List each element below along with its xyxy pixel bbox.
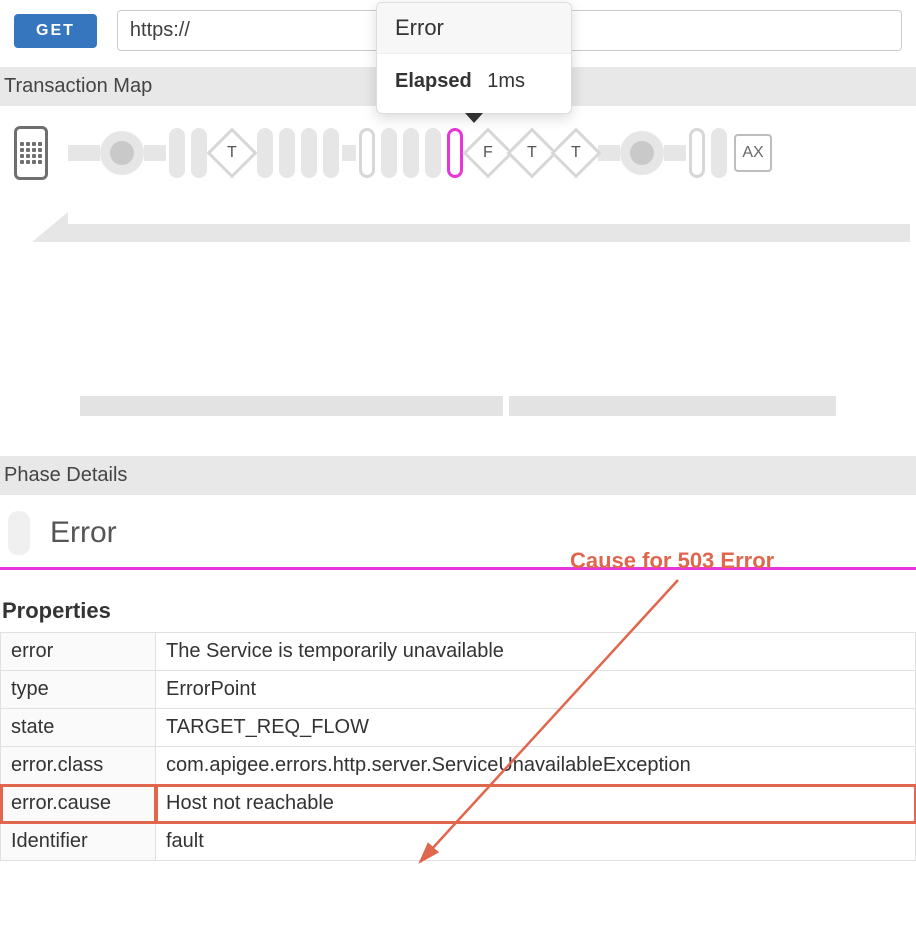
flow-step[interactable] xyxy=(359,128,375,178)
flow-step[interactable] xyxy=(403,128,419,178)
phase-icon xyxy=(8,511,30,555)
tooltip-elapsed-value: 1ms xyxy=(487,70,525,92)
flow-step[interactable] xyxy=(279,128,295,178)
table-row: error.class com.apigee.errors.http.serve… xyxy=(1,747,916,785)
phase-title: Error xyxy=(50,516,117,550)
flow-step[interactable] xyxy=(711,128,727,178)
flow-endpoint-node[interactable] xyxy=(620,131,664,175)
prop-value: com.apigee.errors.http.server.ServiceUna… xyxy=(156,747,916,785)
prop-value: ErrorPoint xyxy=(156,671,916,709)
table-row: Identifier fault xyxy=(1,823,916,861)
transaction-map: T F T T AX xyxy=(0,106,916,296)
prop-key: Identifier xyxy=(1,823,156,861)
flow-row: T F T T AX xyxy=(0,126,916,180)
tooltip-caret-icon xyxy=(465,113,483,123)
diamond-label: T xyxy=(571,144,581,162)
tooltip-elapsed-label: Elapsed xyxy=(395,70,472,92)
flow-step[interactable] xyxy=(191,128,207,178)
tooltip-body: Elapsed 1ms xyxy=(377,54,571,113)
table-row: type ErrorPoint xyxy=(1,671,916,709)
table-row-highlighted: error.cause Host not reachable xyxy=(1,785,916,823)
prop-key: error.class xyxy=(1,747,156,785)
flow-condition-node[interactable]: T xyxy=(207,128,258,179)
prop-key: error.cause xyxy=(1,785,156,823)
flow-step[interactable] xyxy=(257,128,273,178)
flow-step[interactable] xyxy=(425,128,441,178)
flow-step[interactable] xyxy=(689,128,705,178)
prop-key: error xyxy=(1,633,156,671)
flow-endpoint-node[interactable] xyxy=(100,131,144,175)
prop-key: type xyxy=(1,671,156,709)
tooltip-title: Error xyxy=(377,3,571,54)
flow-condition-node[interactable]: T xyxy=(551,128,602,179)
phase-details-header: Phase Details xyxy=(0,456,916,495)
flow-connector xyxy=(144,145,166,161)
prop-value: Host not reachable xyxy=(156,785,916,823)
error-tooltip: Error Elapsed 1ms xyxy=(376,2,572,114)
flow-policy-chip[interactable]: AX xyxy=(734,134,772,172)
table-row: error The Service is temporarily unavail… xyxy=(1,633,916,671)
flow-connector xyxy=(664,145,686,161)
flow-step[interactable] xyxy=(169,128,185,178)
prop-value: fault xyxy=(156,823,916,861)
flow-step[interactable] xyxy=(323,128,339,178)
flow-step[interactable] xyxy=(381,128,397,178)
prop-value: TARGET_REQ_FLOW xyxy=(156,709,916,747)
timeline-bar xyxy=(0,396,916,416)
flow-connector xyxy=(342,145,356,161)
http-method-button[interactable]: GET xyxy=(14,14,97,48)
properties-table: error The Service is temporarily unavail… xyxy=(0,632,916,861)
timeline-segment xyxy=(80,396,503,416)
return-arrow-icon xyxy=(14,192,910,242)
flow-step-selected[interactable] xyxy=(447,128,463,178)
flow-connector xyxy=(68,145,100,161)
chip-label: AX xyxy=(742,144,763,162)
diamond-label: T xyxy=(527,144,537,162)
timeline-segment xyxy=(509,396,836,416)
prop-value: The Service is temporarily unavailable xyxy=(156,633,916,671)
table-row: state TARGET_REQ_FLOW xyxy=(1,709,916,747)
prop-key: state xyxy=(1,709,156,747)
properties-title: Properties xyxy=(0,570,916,632)
flow-step[interactable] xyxy=(301,128,317,178)
client-device-icon xyxy=(14,126,48,180)
phase-header: Error xyxy=(0,495,916,570)
diamond-label: T xyxy=(227,144,237,162)
diamond-label: F xyxy=(483,144,493,162)
